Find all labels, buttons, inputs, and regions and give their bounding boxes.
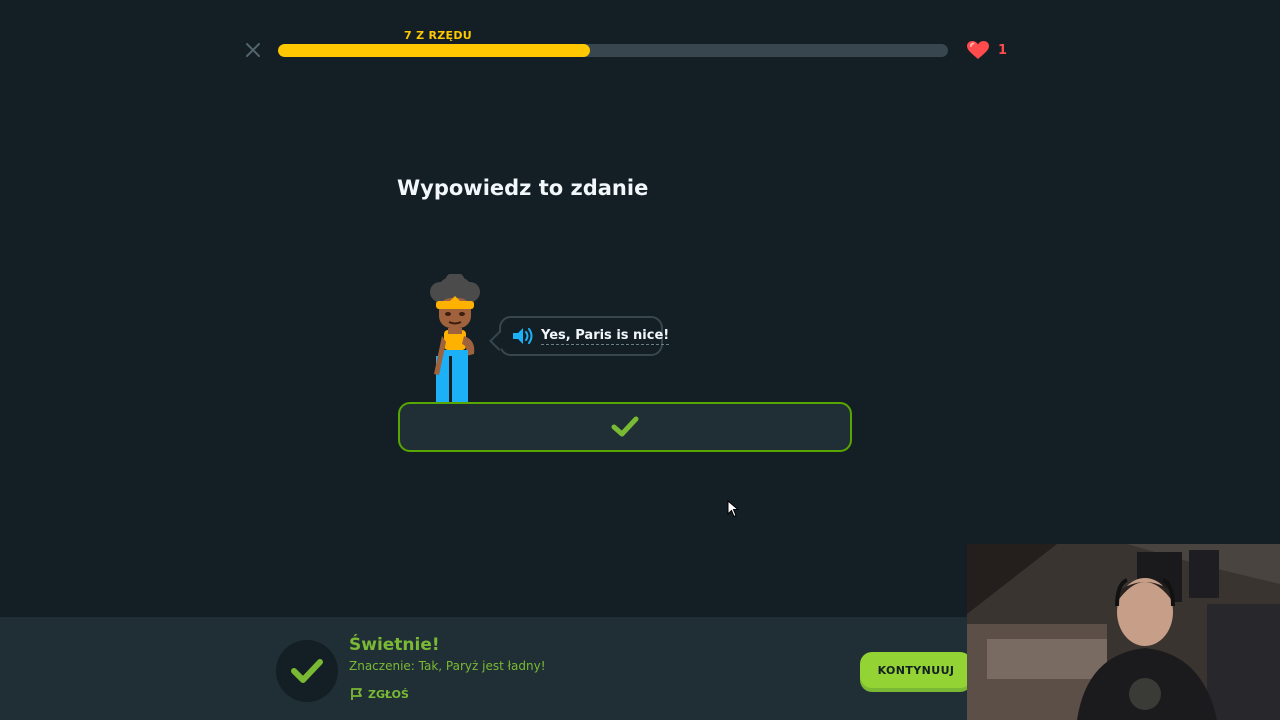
result-title: Świetnie! bbox=[349, 635, 440, 655]
report-label: ZGŁOŚ bbox=[368, 687, 409, 701]
close-button[interactable] bbox=[243, 40, 263, 60]
mouse-cursor-icon bbox=[727, 499, 740, 522]
hearts-count: 1 bbox=[998, 42, 1008, 58]
bubble-tail bbox=[489, 331, 509, 351]
flag-icon bbox=[351, 688, 362, 700]
success-check-icon bbox=[291, 659, 323, 683]
hearts-indicator: 1 bbox=[966, 40, 1007, 60]
play-audio-button[interactable] bbox=[511, 326, 535, 346]
lesson-header: 7 Z RZĘDU 1 bbox=[0, 0, 1280, 90]
streak-label: 7 Z RZĘDU bbox=[404, 29, 473, 42]
checkmark-icon bbox=[611, 416, 639, 437]
speech-bubble: Yes, Paris is nice! bbox=[489, 316, 670, 356]
close-icon bbox=[246, 43, 260, 57]
challenge-prompt: Wypowiedz to zdanie bbox=[397, 176, 649, 200]
continue-button[interactable]: KONTYNUUJ bbox=[860, 652, 972, 688]
speaker-icon bbox=[513, 328, 533, 344]
result-meaning: Znaczenie: Tak, Paryż jest ładny! bbox=[349, 659, 546, 673]
progress-bar bbox=[278, 44, 948, 57]
webcam-image bbox=[967, 544, 1280, 720]
webcam-overlay bbox=[967, 544, 1280, 720]
progress-fill bbox=[278, 44, 591, 57]
character-avatar bbox=[430, 272, 480, 402]
heart-icon bbox=[967, 41, 989, 59]
sentence-text[interactable]: Yes, Paris is nice! bbox=[541, 328, 670, 345]
report-button[interactable]: ZGŁOŚ bbox=[350, 687, 409, 701]
character-illustration bbox=[420, 272, 490, 402]
result-badge bbox=[276, 640, 338, 702]
answer-result-box bbox=[398, 402, 852, 452]
